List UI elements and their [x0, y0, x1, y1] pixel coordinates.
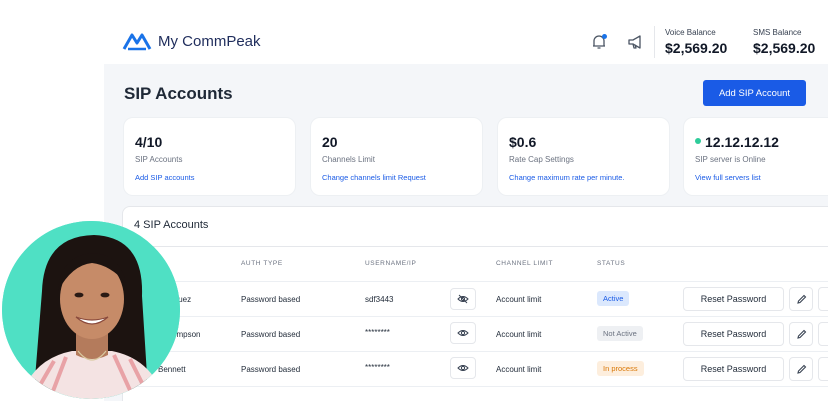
stat-card-rate-cap: $0.6 Rate Cap Settings Change maximum ra…: [497, 117, 670, 196]
stat-card-channels-limit: 20 Channels Limit Change channels limit …: [310, 117, 483, 196]
eye-icon: [457, 365, 469, 371]
reset-password-button[interactable]: Reset Password: [683, 287, 784, 311]
eye-off-icon: [457, 294, 469, 304]
app-logo[interactable]: My CommPeak: [122, 30, 261, 52]
edit-button[interactable]: [789, 322, 813, 346]
column-header-channel-limit: CHANNEL LIMIT: [496, 260, 554, 267]
app-name: My CommPeak: [158, 32, 261, 50]
row-divider: [122, 281, 828, 282]
stat-value: 20: [322, 134, 338, 150]
table-cell-channel-limit: Account limit: [496, 295, 542, 304]
add-sip-accounts-link[interactable]: Add SIP accounts: [135, 173, 194, 182]
status-badge: Not Active: [597, 326, 643, 341]
eye-icon: [457, 330, 469, 336]
user-avatar-photo: [2, 221, 180, 399]
table-cell-username: ********: [365, 328, 390, 337]
toggle-visibility-button[interactable]: [450, 357, 476, 379]
column-header-auth-type: AUTH TYPE: [241, 260, 283, 267]
stat-card-sip-accounts: 4/10 SIP Accounts Add SIP accounts: [123, 117, 296, 196]
megaphone-icon[interactable]: [627, 33, 645, 51]
stat-label: SIP server is Online: [695, 155, 766, 164]
reset-password-button[interactable]: Reset Password: [683, 357, 784, 381]
person-portrait-icon: [2, 221, 180, 399]
page-title: SIP Accounts: [124, 84, 233, 103]
stat-label: Channels Limit: [322, 155, 375, 164]
table-cell-auth: Password based: [241, 365, 301, 374]
table-cell-auth: Password based: [241, 295, 301, 304]
table-cell-username: ********: [365, 363, 390, 372]
sms-balance: SMS Balance $2,569.20: [753, 28, 815, 56]
trash-icon[interactable]: [818, 287, 828, 311]
view-servers-link[interactable]: View full servers list: [695, 173, 761, 182]
row-divider: [122, 351, 828, 352]
table-divider: [122, 246, 828, 247]
table-cell-name: Bennett: [158, 365, 186, 374]
notification-dot: [602, 34, 607, 39]
table-title: 4 SIP Accounts: [134, 219, 209, 231]
stat-value-server: 12.12.12.12: [695, 134, 779, 150]
add-sip-account-button[interactable]: Add SIP Account: [703, 80, 806, 106]
table-cell-channel-limit: Account limit: [496, 330, 542, 339]
toggle-visibility-button[interactable]: [450, 322, 476, 344]
pencil-icon: [796, 364, 806, 374]
voice-balance-label: Voice Balance: [665, 28, 716, 37]
column-header-status: STATUS: [597, 260, 626, 267]
sms-balance-value: $2,569.20: [753, 40, 816, 56]
table-cell-auth: Password based: [241, 330, 301, 339]
table-cell-channel-limit: Account limit: [496, 365, 542, 374]
toggle-visibility-button[interactable]: [450, 288, 476, 310]
change-max-rate-link[interactable]: Change maximum rate per minute.: [509, 173, 624, 182]
row-divider: [122, 316, 828, 317]
stat-label: SIP Accounts: [135, 155, 183, 164]
online-status-dot: [695, 138, 701, 145]
edit-button[interactable]: [789, 287, 813, 311]
edit-button[interactable]: [789, 357, 813, 381]
commpeak-logo-icon: [122, 33, 152, 51]
trash-icon[interactable]: [818, 357, 828, 381]
voice-balance: Voice Balance $2,569.20: [665, 28, 727, 56]
pencil-icon: [796, 294, 806, 304]
row-divider: [122, 386, 828, 387]
trash-icon[interactable]: [818, 322, 828, 346]
status-badge: In process: [597, 361, 644, 376]
pencil-icon: [796, 329, 806, 339]
sms-balance-label: SMS Balance: [753, 28, 802, 37]
column-header-username: USERNAME/IP: [365, 260, 417, 267]
header-divider: [654, 26, 655, 58]
stat-value: $0.6: [509, 134, 537, 150]
change-channels-limit-link[interactable]: Change channels limit Request: [322, 173, 426, 182]
reset-password-button[interactable]: Reset Password: [683, 322, 784, 346]
server-ip: 12.12.12.12: [705, 134, 779, 150]
table-cell-username: sdf3443: [365, 295, 394, 304]
stat-value: 4/10: [135, 134, 163, 150]
status-badge: Active: [597, 291, 630, 306]
stat-label: Rate Cap Settings: [509, 155, 574, 164]
voice-balance-value: $2,569.20: [665, 40, 728, 56]
stat-card-sip-server: 12.12.12.12 SIP server is Online View fu…: [683, 117, 828, 196]
